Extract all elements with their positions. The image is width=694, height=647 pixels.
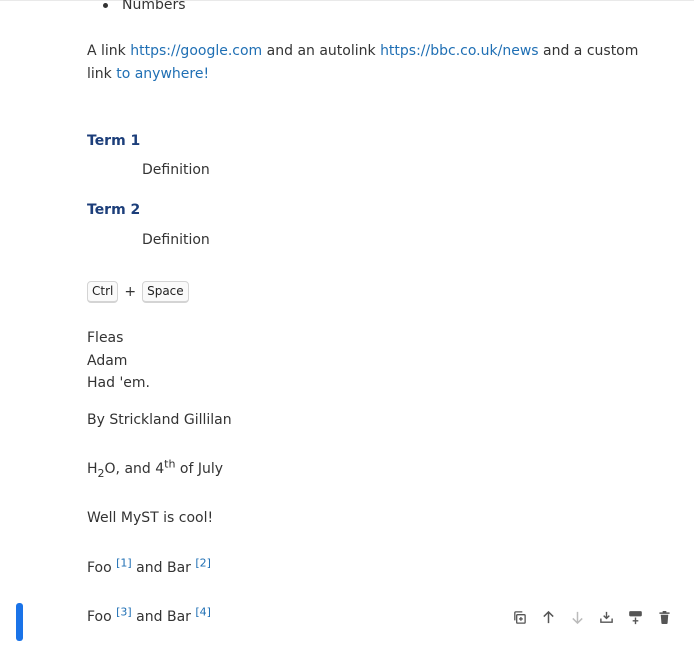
footnote-ref-1[interactable]: [1] [116, 556, 132, 569]
trash-icon [659, 610, 670, 624]
move-up-button[interactable] [534, 606, 563, 628]
paragraph-text: A link [87, 43, 131, 59]
definition-description-2: Definition [142, 232, 210, 248]
text-of-july: of July [175, 461, 224, 477]
text-and-bar: and Bar [131, 609, 196, 625]
insert-below-icon [600, 611, 613, 623]
footnote-ref-4[interactable]: [4] [195, 605, 211, 618]
myst-paragraph: Well MyST is cool! [87, 510, 214, 526]
text-and-bar: and Bar [131, 560, 196, 576]
footnote-paragraph-1: Foo [1] and Bar [2] [87, 557, 211, 580]
text-foo: Foo [87, 560, 117, 576]
active-cell-indicator[interactable] [16, 603, 23, 641]
definition-term-2: Term 2 [87, 202, 141, 218]
keyboard-shortcut: Ctrl + Space [87, 281, 189, 304]
footnote-ref-3[interactable]: [3] [116, 605, 132, 618]
top-divider [0, 0, 694, 1]
list-item: Numbers [103, 0, 186, 17]
poem-attribution: By Strickland Gillilan [87, 412, 232, 428]
link-google[interactable]: https://google.com [130, 43, 262, 59]
kbd-plus: + [124, 284, 137, 300]
poem-line-3: Had 'em. [87, 375, 150, 391]
footnote-paragraph-2: Foo [3] and Bar [4] [87, 606, 211, 629]
autolink-bbc[interactable]: https://bbc.co.uk/news [380, 43, 539, 59]
copy-icon [514, 610, 526, 624]
insert-above-icon [629, 610, 642, 624]
arrow-down-icon [572, 611, 583, 624]
cell-toolbar [505, 606, 679, 628]
custom-link[interactable]: to anywhere! [116, 66, 209, 82]
arrow-up-icon [543, 610, 554, 623]
list-item-text: Numbers [122, 0, 186, 13]
paragraph-text: and an autolink [262, 43, 381, 59]
move-down-button[interactable] [563, 606, 592, 628]
sub-sup-paragraph: H2O, and 4th of July [87, 458, 223, 481]
links-paragraph: A link https://google.com and an autolin… [87, 40, 647, 85]
text-o-and: O, and 4 [104, 461, 165, 477]
kbd-ctrl: Ctrl [87, 281, 119, 304]
definition-description-1: Definition [142, 162, 210, 178]
subscript: 2 [97, 466, 105, 480]
text-foo: Foo [87, 609, 117, 625]
poem-line-2: Adam [87, 353, 128, 369]
text-h: H [87, 461, 98, 477]
duplicate-cell-button[interactable] [505, 606, 534, 628]
footnote-ref-2[interactable]: [2] [195, 556, 211, 569]
definition-term-1: Term 1 [87, 133, 141, 149]
superscript: th [164, 457, 176, 471]
kbd-space: Space [142, 281, 189, 304]
delete-cell-button[interactable] [650, 606, 679, 628]
poem-line-1: Fleas [87, 330, 124, 346]
insert-above-button[interactable] [621, 606, 650, 628]
insert-below-button[interactable] [592, 606, 621, 628]
